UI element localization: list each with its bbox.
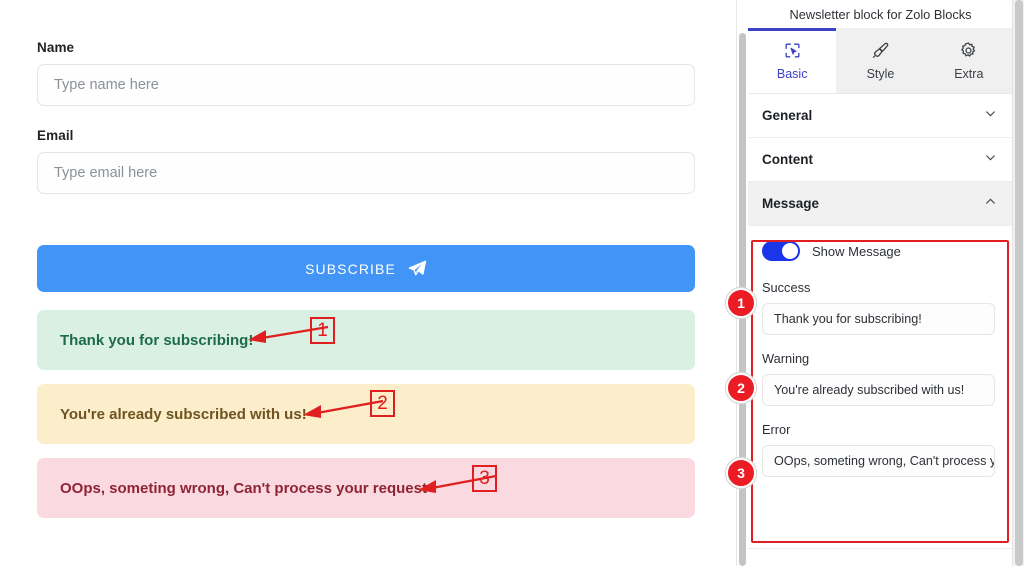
warning-message-value: You're already subscribed with us! — [774, 383, 965, 397]
panel-tabs: Basic Style Extra — [748, 28, 1013, 94]
error-alert: OOps, someting wrong, Can't process your… — [37, 458, 695, 518]
gear-icon — [959, 41, 978, 60]
warning-alert: You're already subscribed with us! — [37, 384, 695, 444]
success-message-value: Thank you for subscribing! — [774, 312, 922, 326]
email-label: Email — [37, 128, 74, 143]
settings-panel: Newsletter block for Zolo Blocks Basic S… — [736, 0, 1024, 566]
newsletter-form: Name Type name here Email Type email her… — [37, 40, 695, 194]
name-label: Name — [37, 40, 75, 55]
badge-2: 2 — [726, 373, 756, 403]
subscribe-button-label: SUBSCRIBE — [305, 260, 396, 277]
success-alert: Thank you for subscribing! — [37, 310, 695, 370]
accordion-content[interactable]: Content — [748, 138, 1013, 182]
show-message-label: Show Message — [812, 243, 901, 259]
newsletter-preview: Name Type name here Email Type email her… — [0, 0, 736, 566]
subscribe-button[interactable]: SUBSCRIBE — [37, 245, 695, 292]
accordion-message-label: Message — [762, 196, 820, 211]
app-root: Name Type name here Email Type email her… — [0, 0, 1024, 566]
warning-alert-text: You're already subscribed with us! — [60, 405, 307, 423]
accordion-general[interactable]: General — [748, 94, 1013, 138]
success-alert-text: Thank you for subscribing! — [60, 331, 254, 349]
cursor-select-icon — [783, 41, 802, 60]
name-input[interactable]: Type name here — [37, 64, 695, 106]
accordion-content-label: Content — [762, 152, 813, 167]
panel-scrollbar-thumb[interactable] — [1015, 0, 1023, 566]
next-section-divider — [748, 548, 1013, 566]
chevron-down-icon — [984, 107, 997, 125]
tab-basic[interactable]: Basic — [748, 28, 837, 93]
paintbrush-icon — [871, 41, 890, 60]
settings-panel-content: Newsletter block for Zolo Blocks Basic S… — [748, 0, 1013, 566]
badge-3: 3 — [726, 458, 756, 488]
error-alert-text: OOps, someting wrong, Can't process your… — [60, 479, 427, 497]
paper-plane-icon — [407, 259, 427, 279]
show-message-row: Show Message — [762, 238, 999, 264]
email-input[interactable]: Type email here — [37, 152, 695, 194]
accordion-message[interactable]: Message — [748, 182, 1013, 226]
success-field-label: Success — [762, 280, 811, 295]
error-message-value: OOps, someting wrong, Can't process your… — [774, 454, 994, 468]
chevron-up-icon — [984, 195, 997, 213]
tab-extra[interactable]: Extra — [924, 28, 1013, 93]
tab-style-label: Style — [866, 66, 895, 81]
success-message-input[interactable]: Thank you for subscribing! — [762, 303, 995, 335]
panel-scrollbar[interactable] — [1012, 0, 1024, 566]
tab-extra-label: Extra — [954, 66, 984, 81]
show-message-toggle-knob — [782, 243, 798, 259]
panel-title: Newsletter block for Zolo Blocks — [748, 0, 1013, 28]
email-input-placeholder: Type email here — [54, 165, 158, 181]
show-message-toggle[interactable] — [762, 241, 800, 261]
chevron-down-icon — [984, 151, 997, 169]
tab-basic-label: Basic — [776, 66, 808, 81]
name-input-placeholder: Type name here — [54, 77, 159, 93]
error-message-input[interactable]: OOps, someting wrong, Can't process your… — [762, 445, 995, 477]
message-section-body: Show Message Success Thank you for subsc… — [748, 226, 1013, 477]
error-field-label: Error — [762, 422, 791, 437]
field-spacer — [37, 106, 695, 128]
tab-style[interactable]: Style — [836, 28, 925, 93]
warning-message-input[interactable]: You're already subscribed with us! — [762, 374, 995, 406]
warning-field-label: Warning — [762, 351, 810, 366]
badge-1: 1 — [726, 288, 756, 318]
accordion-general-label: General — [762, 108, 813, 123]
